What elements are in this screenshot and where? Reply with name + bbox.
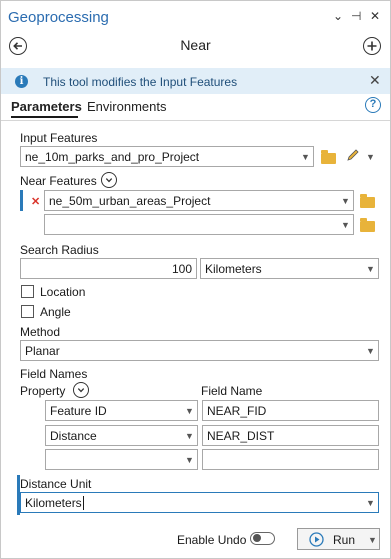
angle-checkbox[interactable]	[21, 305, 34, 318]
text-cursor	[82, 496, 84, 510]
field-name-value-2: NEAR_DIST	[207, 429, 275, 443]
angle-label: Angle	[40, 305, 71, 319]
chevron-down-icon: ▼	[301, 152, 310, 162]
tool-name: Near	[180, 37, 211, 53]
pane-menu-icon[interactable]: ⌄	[333, 9, 343, 23]
search-radius-label: Search Radius	[20, 243, 99, 257]
chevron-down-icon: ▼	[185, 406, 194, 416]
property-dropdown-2[interactable]: Distance	[45, 425, 198, 446]
expand-near-features-button[interactable]	[101, 172, 117, 188]
enable-undo-label: Enable Undo	[177, 533, 247, 547]
chevron-down-icon: ▼	[341, 196, 350, 206]
remove-row-icon[interactable]: ✕	[31, 195, 40, 208]
field-name-input-2[interactable]: NEAR_DIST	[202, 425, 379, 446]
info-message: This tool modifies the Input Features	[43, 75, 238, 89]
chevron-down-icon: ▼	[185, 431, 194, 441]
toggle-knob	[253, 534, 261, 542]
search-radius-input[interactable]: 100	[20, 258, 197, 279]
property-value-1: Feature ID	[50, 404, 107, 418]
input-features-dropdown[interactable]: ne_10m_parks_and_pro_Project	[20, 146, 314, 167]
field-name-input-3[interactable]	[202, 449, 379, 470]
active-tab-indicator	[11, 116, 78, 118]
field-name-input-1[interactable]: NEAR_FID	[202, 400, 379, 421]
play-icon	[309, 532, 324, 547]
selected-row-indicator	[20, 190, 23, 211]
run-button[interactable]: Run ▼	[297, 528, 380, 550]
enable-undo-toggle[interactable]	[250, 532, 275, 545]
pane-title: Geoprocessing	[8, 9, 109, 26]
tab-parameters[interactable]: Parameters	[11, 99, 82, 114]
field-name-header: Field Name	[201, 384, 263, 398]
chevron-down-icon: ▼	[366, 264, 375, 274]
property-header: Property	[20, 384, 66, 398]
run-menu-chevron-icon[interactable]: ▼	[368, 535, 377, 545]
pencil-icon[interactable]	[346, 148, 360, 162]
method-label: Method	[20, 325, 61, 339]
folder-icon[interactable]	[360, 218, 375, 232]
distance-unit-value: Kilometers	[25, 496, 82, 510]
distance-unit-dropdown[interactable]: Kilometers	[20, 492, 379, 513]
chevron-down-icon: ▼	[366, 498, 375, 508]
method-dropdown[interactable]: Planar	[20, 340, 379, 361]
pencil-glyph-icon	[347, 149, 359, 161]
tab-environments[interactable]: Environments	[87, 99, 166, 114]
chevron-down-icon	[77, 388, 85, 393]
location-checkbox[interactable]	[21, 285, 34, 298]
help-icon[interactable]: ?	[365, 97, 381, 113]
chevron-down-icon: ▼	[341, 220, 350, 230]
near-features-label: Near Features	[20, 174, 97, 188]
pencil-menu-chevron-icon[interactable]: ▼	[366, 152, 375, 162]
search-radius-value: 100	[171, 262, 192, 276]
search-radius-unit-dropdown[interactable]: Kilometers	[200, 258, 379, 279]
search-radius-unit-value: Kilometers	[205, 262, 262, 276]
folder-icon[interactable]	[360, 194, 375, 208]
near-features-dropdown-2[interactable]	[44, 214, 354, 235]
field-name-value-1: NEAR_FID	[207, 404, 267, 418]
run-label: Run	[333, 533, 356, 547]
near-features-value-1: ne_50m_urban_areas_Project	[49, 194, 211, 208]
folder-icon[interactable]	[321, 150, 336, 164]
chevron-down-icon: ▼	[366, 346, 375, 356]
plus-icon	[367, 41, 377, 51]
tabs-divider	[1, 120, 390, 121]
pin-icon[interactable]: ⊣	[351, 9, 361, 23]
method-value: Planar	[25, 344, 60, 358]
input-features-label: Input Features	[20, 131, 98, 145]
expand-field-names-button[interactable]	[73, 382, 89, 398]
location-label: Location	[40, 285, 86, 299]
info-icon: i	[15, 75, 28, 88]
add-button[interactable]	[363, 37, 381, 55]
distance-unit-label: Distance Unit	[20, 477, 92, 491]
info-close-icon[interactable]: ✕	[369, 72, 381, 89]
pane-close-icon[interactable]: ✕	[370, 9, 380, 23]
chevron-down-icon	[105, 178, 113, 183]
property-dropdown-3[interactable]	[45, 449, 198, 470]
property-dropdown-1[interactable]: Feature ID	[45, 400, 198, 421]
field-names-label: Field Names	[20, 367, 88, 381]
near-features-dropdown-1[interactable]: ne_50m_urban_areas_Project	[44, 190, 354, 211]
property-value-2: Distance	[50, 429, 97, 443]
chevron-down-icon: ▼	[185, 455, 194, 465]
input-features-value: ne_10m_parks_and_pro_Project	[25, 150, 200, 164]
